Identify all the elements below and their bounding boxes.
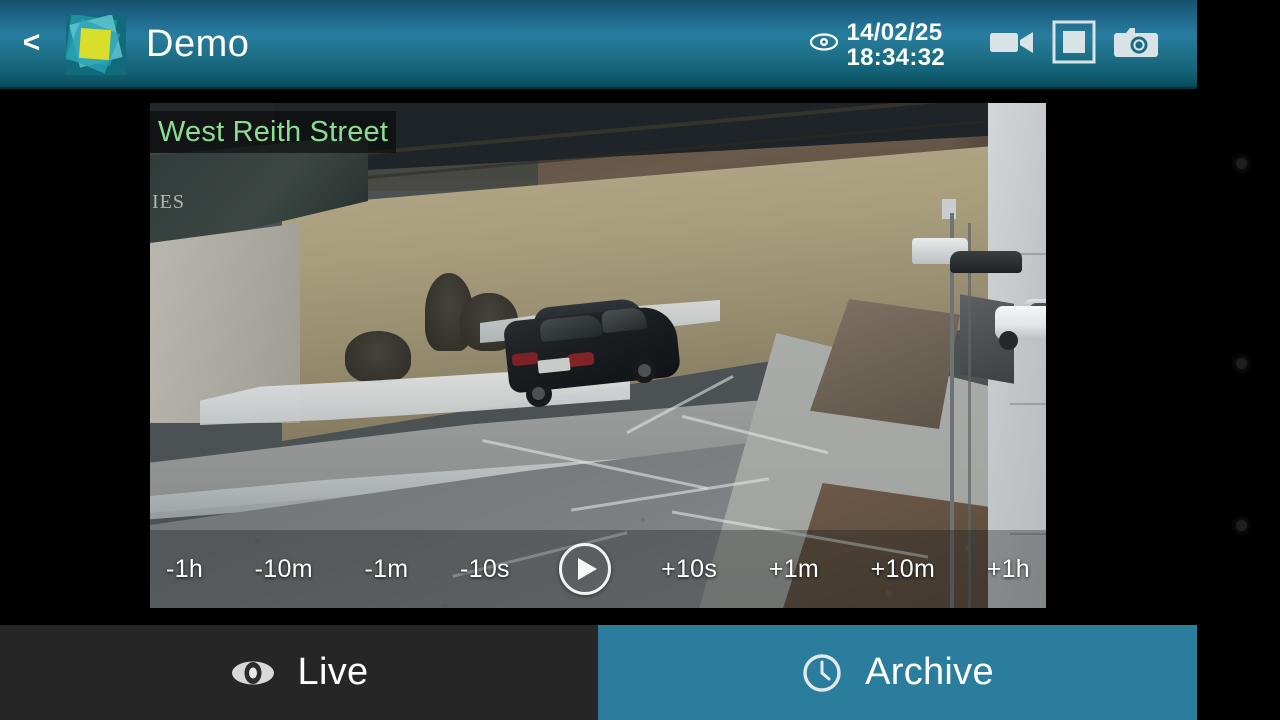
- app-logo-icon: [66, 14, 126, 75]
- play-icon: [578, 558, 598, 580]
- seek-plus-10m[interactable]: +10m: [869, 549, 937, 590]
- stop-button[interactable]: [1043, 0, 1105, 89]
- tab-live-label: Live: [297, 651, 369, 693]
- page-title: Demo: [146, 23, 250, 65]
- play-button[interactable]: [559, 543, 612, 595]
- seek-plus-1m[interactable]: +1m: [767, 549, 821, 590]
- record-video-button[interactable]: [981, 0, 1043, 89]
- edge-dot-1: [1236, 158, 1247, 169]
- eye-icon: [809, 33, 838, 56]
- eye-icon: [230, 658, 276, 688]
- edge-dot-3: [1236, 520, 1247, 531]
- camera-name-overlay: West Reith Street: [150, 111, 397, 153]
- logo-square-4: [78, 27, 112, 60]
- stream-time: 18:34:32: [846, 43, 945, 71]
- seek-minus-10s[interactable]: -10s: [458, 549, 512, 590]
- stop-square-icon: [1052, 20, 1096, 69]
- tab-live[interactable]: Live: [0, 625, 598, 720]
- video-camera-icon: [989, 27, 1035, 62]
- app-root: < Demo 14/02/25 18:34:32 IES West Reith …: [0, 0, 1280, 720]
- seek-minus-10m[interactable]: -10m: [253, 549, 315, 590]
- back-chevron-icon: <: [22, 26, 41, 59]
- photo-camera-icon: [1113, 24, 1159, 65]
- seek-minus-1h[interactable]: -1h: [164, 549, 205, 590]
- tab-archive[interactable]: Archive: [598, 625, 1197, 720]
- video-player[interactable]: IES West Reith Street -1h -10m -1m -10s …: [150, 103, 1046, 608]
- stream-date: 14/02/25: [846, 18, 943, 46]
- app-header: < Demo 14/02/25 18:34:32: [0, 0, 1197, 89]
- edge-dot-2: [1236, 358, 1247, 369]
- back-button[interactable]: <: [0, 0, 62, 89]
- snapshot-button[interactable]: [1105, 0, 1167, 89]
- stream-status: 14/02/25 18:34:32: [809, 18, 945, 71]
- seek-plus-1h[interactable]: +1h: [985, 549, 1032, 590]
- tab-archive-label: Archive: [865, 651, 994, 693]
- bottom-tab-bar: Live Archive: [0, 625, 1197, 720]
- seek-minus-1m[interactable]: -1m: [362, 549, 410, 590]
- clock-icon: [801, 652, 843, 694]
- timeline-controls: -1h -10m -1m -10s +10s +1m +10m +1h: [150, 530, 1046, 608]
- camera-name-text: West Reith Street: [158, 115, 389, 148]
- seek-plus-10s[interactable]: +10s: [659, 549, 719, 590]
